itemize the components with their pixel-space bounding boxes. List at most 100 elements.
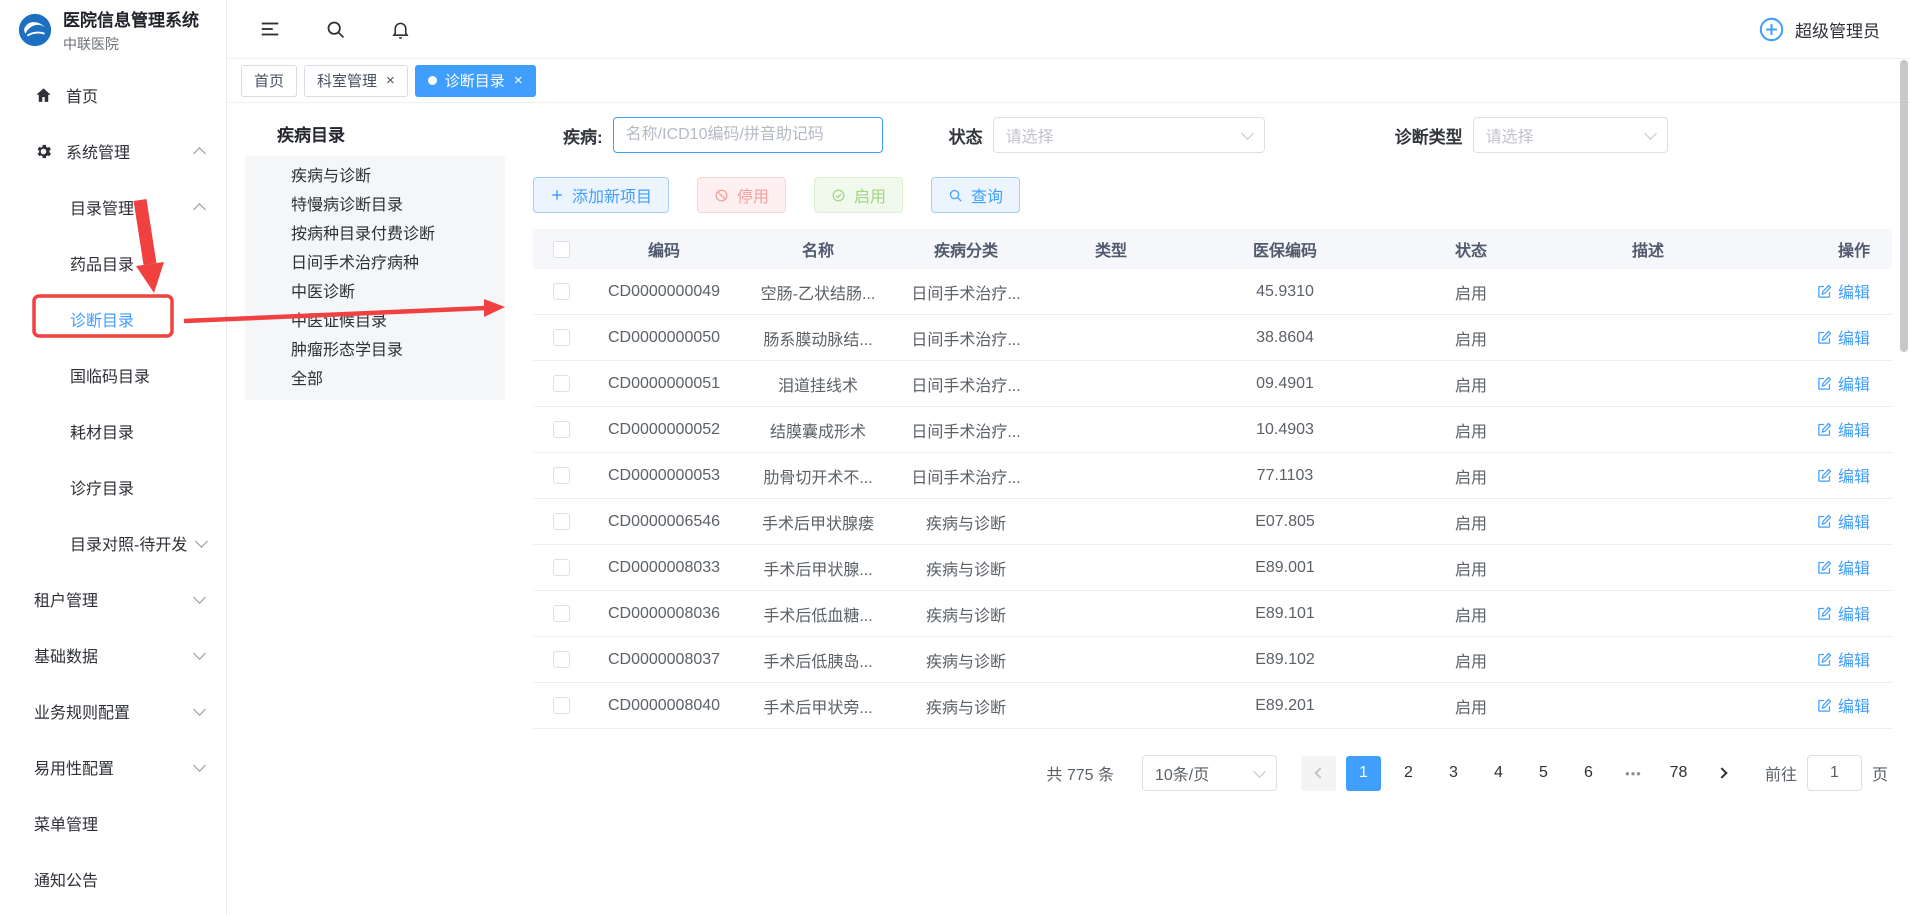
sidebar-item-tenant-mgmt[interactable]: 租户管理 xyxy=(0,571,226,627)
sidebar-item-system-mgmt[interactable]: 系统管理 xyxy=(0,123,226,179)
bell-icon[interactable] xyxy=(390,19,411,40)
edit-button[interactable]: 编辑 xyxy=(1817,371,1870,395)
row-checkbox[interactable] xyxy=(553,651,570,668)
goto-label: 前往 xyxy=(1765,761,1797,785)
diagnosis-type-select-placeholder: 请选择 xyxy=(1486,123,1534,147)
close-icon[interactable] xyxy=(386,73,395,88)
next-page-button[interactable] xyxy=(1706,756,1741,791)
row-checkbox[interactable] xyxy=(553,421,570,438)
user-menu[interactable]: 超级管理员 xyxy=(1758,16,1880,43)
table-header-row: 编码 名称 疾病分类 类型 医保编码 状态 描述 操作 xyxy=(533,229,1892,269)
table-row[interactable]: CD0000008040 手术后甲状旁... 疾病与诊断 E89.201 启用 … xyxy=(533,683,1892,729)
row-checkbox[interactable] xyxy=(553,605,570,622)
header-action: 操作 xyxy=(1737,237,1892,261)
edit-button[interactable]: 编辑 xyxy=(1817,647,1870,671)
query-button[interactable]: 查询 xyxy=(931,177,1020,213)
sidebar-item-label: 耗材目录 xyxy=(70,419,134,443)
page-size-value: 10条/页 xyxy=(1155,761,1209,785)
sidebar-item-home[interactable]: 首页 xyxy=(0,67,226,123)
medical-cross-icon xyxy=(1758,16,1785,43)
page-button-3[interactable]: 3 xyxy=(1436,756,1471,791)
goto-page-input[interactable] xyxy=(1807,755,1862,791)
search-icon[interactable] xyxy=(325,19,346,40)
page-button-5[interactable]: 5 xyxy=(1526,756,1561,791)
sidebar-item-drug-catalog[interactable]: 药品目录 xyxy=(0,235,226,291)
edit-icon xyxy=(1817,468,1832,483)
menu-fold-icon[interactable] xyxy=(259,18,281,40)
edit-button[interactable]: 编辑 xyxy=(1817,417,1870,441)
catalog-item-disease-diagnosis[interactable]: 疾病与诊断 xyxy=(245,162,505,191)
prev-page-button[interactable] xyxy=(1301,756,1336,791)
vertical-scrollbar-thumb[interactable] xyxy=(1900,60,1908,352)
tab-department-mgmt[interactable]: 科室管理 xyxy=(304,65,408,97)
enable-button[interactable]: 启用 xyxy=(814,177,903,213)
chevron-down-icon xyxy=(193,647,206,660)
edit-button[interactable]: 编辑 xyxy=(1817,693,1870,717)
close-icon[interactable] xyxy=(514,73,523,88)
edit-button[interactable]: 编辑 xyxy=(1817,325,1870,349)
diagnosis-type-filter-label: 诊断类型 xyxy=(1395,123,1463,148)
edit-button[interactable]: 编辑 xyxy=(1817,601,1870,625)
edit-label: 编辑 xyxy=(1838,693,1870,717)
disable-button[interactable]: 停用 xyxy=(697,177,786,213)
row-checkbox[interactable] xyxy=(553,559,570,576)
disease-search-input[interactable] xyxy=(613,117,883,153)
sidebar-item-catalog-mgmt[interactable]: 目录管理 xyxy=(0,179,226,235)
more-pages-button[interactable]: ••• xyxy=(1616,756,1651,791)
sidebar-item-national-code-catalog[interactable]: 国临码目录 xyxy=(0,347,226,403)
catalog-item-pay-by-disease[interactable]: 按病种目录付费诊断 xyxy=(245,220,505,249)
sidebar-item-menu-mgmt[interactable]: 菜单管理 xyxy=(0,795,226,851)
page-button-2[interactable]: 2 xyxy=(1391,756,1426,791)
edit-icon xyxy=(1817,422,1832,437)
table-row[interactable]: CD0000000052 结膜囊成形术 日间手术治疗... 10.4903 启用… xyxy=(533,407,1892,453)
sidebar-item-business-rules[interactable]: 业务规则配置 xyxy=(0,683,226,739)
sidebar-item-catalog-compare[interactable]: 目录对照-待开发 xyxy=(0,515,226,571)
page-button-1[interactable]: 1 xyxy=(1346,756,1381,791)
row-checkbox[interactable] xyxy=(553,283,570,300)
page-button-6[interactable]: 6 xyxy=(1571,756,1606,791)
page-button-last[interactable]: 78 xyxy=(1661,756,1696,791)
sidebar-item-label: 首页 xyxy=(66,83,98,107)
chevron-down-icon xyxy=(1644,127,1657,140)
page-button-4[interactable]: 4 xyxy=(1481,756,1516,791)
table-row[interactable]: CD0000006546 手术后甲状腺瘘 疾病与诊断 E07.805 启用 编辑 xyxy=(533,499,1892,545)
tab-home[interactable]: 首页 xyxy=(241,65,297,97)
page-size-select[interactable]: 10条/页 xyxy=(1142,755,1277,791)
diagnosis-type-select[interactable]: 请选择 xyxy=(1473,117,1668,153)
catalog-item-all[interactable]: 全部 xyxy=(245,365,505,394)
row-checkbox[interactable] xyxy=(553,329,570,346)
add-item-button[interactable]: 添加新项目 xyxy=(533,177,669,213)
catalog-item-day-surgery[interactable]: 日间手术治疗病种 xyxy=(245,249,505,278)
edit-button[interactable]: 编辑 xyxy=(1817,509,1870,533)
sidebar-item-label: 业务规则配置 xyxy=(34,699,130,723)
table-row[interactable]: CD0000000053 肋骨切开术不... 日间手术治疗... 77.1103… xyxy=(533,453,1892,499)
row-checkbox[interactable] xyxy=(553,375,570,392)
status-select[interactable]: 请选择 xyxy=(993,117,1265,153)
table-row[interactable]: CD0000000050 肠系膜动脉结... 日间手术治疗... 38.8604… xyxy=(533,315,1892,361)
sidebar-item-consumable-catalog[interactable]: 耗材目录 xyxy=(0,403,226,459)
sidebar-item-label: 菜单管理 xyxy=(34,811,98,835)
table-row[interactable]: CD0000008036 手术后低血糖... 疾病与诊断 E89.101 启用 … xyxy=(533,591,1892,637)
tab-diagnosis-catalog[interactable]: 诊断目录 xyxy=(415,65,536,97)
catalog-item-tcm-syndrome[interactable]: 中医证候目录 xyxy=(245,307,505,336)
sidebar-item-usability-config[interactable]: 易用性配置 xyxy=(0,739,226,795)
sidebar-item-diagnosis-catalog[interactable]: 诊断目录 xyxy=(0,291,226,347)
catalog-item-chronic[interactable]: 特慢病诊断目录 xyxy=(245,191,505,220)
table-row[interactable]: CD0000000051 泪道挂线术 日间手术治疗... 09.4901 启用 … xyxy=(533,361,1892,407)
row-checkbox[interactable] xyxy=(553,513,570,530)
catalog-item-tcm-diagnosis[interactable]: 中医诊断 xyxy=(245,278,505,307)
table-row[interactable]: CD0000000049 空肠-乙状结肠... 日间手术治疗... 45.931… xyxy=(533,269,1892,315)
table-row[interactable]: CD0000008033 手术后甲状腺... 疾病与诊断 E89.001 启用 … xyxy=(533,545,1892,591)
sidebar-item-treatment-catalog[interactable]: 诊疗目录 xyxy=(0,459,226,515)
table-row[interactable]: CD0000008037 手术后低胰岛... 疾病与诊断 E89.102 启用 … xyxy=(533,637,1892,683)
row-checkbox[interactable] xyxy=(553,467,570,484)
add-item-label: 添加新项目 xyxy=(572,183,652,207)
sidebar-item-notice-mgmt[interactable]: 通知公告 xyxy=(0,851,226,907)
sidebar-item-base-data[interactable]: 基础数据 xyxy=(0,627,226,683)
catalog-item-tumor-morphology[interactable]: 肿瘤形态学目录 xyxy=(245,336,505,365)
edit-button[interactable]: 编辑 xyxy=(1817,463,1870,487)
edit-button[interactable]: 编辑 xyxy=(1817,555,1870,579)
row-checkbox[interactable] xyxy=(553,697,570,714)
select-all-checkbox[interactable] xyxy=(553,241,570,258)
edit-button[interactable]: 编辑 xyxy=(1817,279,1870,303)
